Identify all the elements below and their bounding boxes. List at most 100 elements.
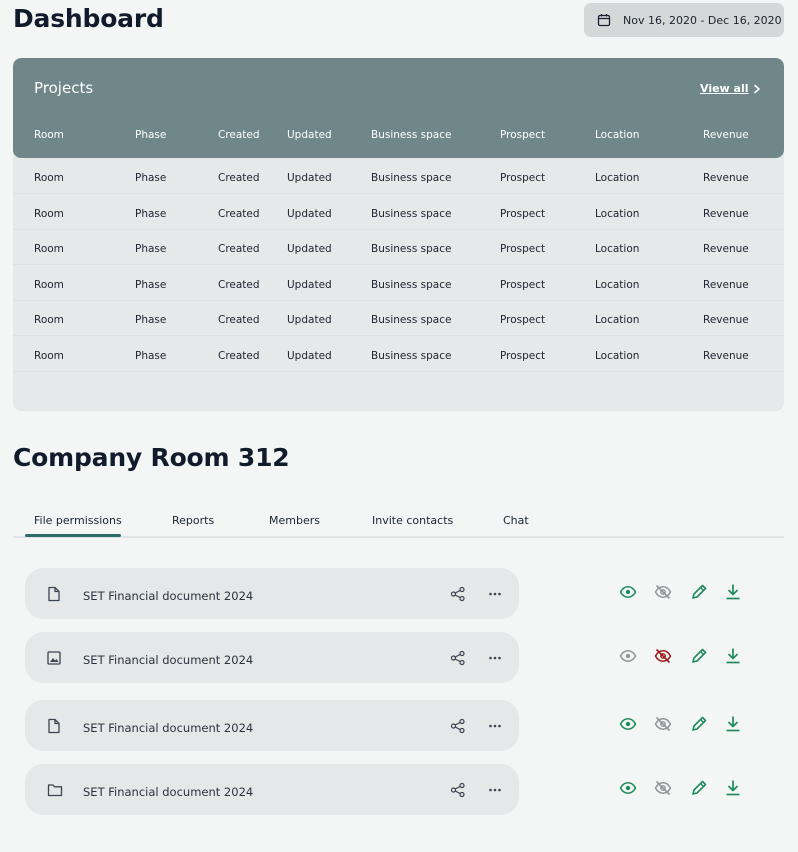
table-row[interactable]: Room Phase Created Updated Business space Pro…	[13, 265, 784, 301]
cell-phase: Phase	[135, 314, 167, 327]
hide-permission-icon[interactable]	[654, 647, 672, 665]
tab-chat[interactable]: Chat	[503, 514, 529, 527]
column-header-prospect[interactable]: Prospect	[500, 129, 545, 141]
cell-location: Location	[595, 278, 640, 291]
file-row[interactable]: SET Financial document 2024	[25, 764, 519, 815]
document-icon	[47, 586, 61, 606]
column-header-revenue[interactable]: Revenue	[703, 129, 749, 141]
file-name: SET Financial document 2024	[83, 721, 254, 735]
share-icon[interactable]	[450, 782, 466, 802]
more-options-icon[interactable]	[488, 586, 502, 606]
download-permission-icon[interactable]	[724, 583, 742, 601]
column-header-room[interactable]: Room	[34, 129, 64, 141]
edit-permission-icon[interactable]	[690, 583, 708, 601]
folder-icon	[47, 782, 63, 801]
chevron-right-icon[interactable]	[753, 84, 761, 94]
view-all-link[interactable]: View all	[700, 82, 749, 95]
file-row[interactable]: SET Financial document 2024	[25, 568, 519, 619]
tab-invite-contacts[interactable]: Invite contacts	[372, 514, 453, 527]
tab-file-permissions[interactable]: File permissions	[34, 514, 122, 527]
cell-business-space: Business space	[371, 314, 452, 327]
cell-phase: Phase	[135, 207, 167, 220]
view-permission-icon[interactable]	[619, 779, 637, 797]
tab-members[interactable]: Members	[269, 514, 320, 527]
image-icon	[47, 650, 61, 669]
column-header-location[interactable]: Location	[595, 129, 639, 141]
hide-permission-icon[interactable]	[654, 583, 672, 601]
cell-updated: Updated	[287, 207, 332, 220]
file-row[interactable]: SET Financial document 2024	[25, 632, 519, 683]
cell-updated: Updated	[287, 278, 332, 291]
cell-prospect: Prospect	[500, 314, 546, 327]
cell-business-space: Business space	[371, 278, 452, 291]
cell-room: Room	[34, 278, 64, 291]
cell-updated: Updated	[287, 243, 332, 256]
more-options-icon[interactable]	[488, 718, 502, 738]
table-row[interactable]: Room Phase Created Updated Business space Pro…	[13, 229, 784, 266]
cell-prospect: Prospect	[500, 350, 546, 362]
active-tab-indicator	[25, 534, 121, 537]
view-permission-icon[interactable]	[619, 583, 637, 601]
hide-permission-icon[interactable]	[654, 715, 672, 733]
room-title: Company Room 312	[13, 443, 290, 472]
cell-phase: Phase	[135, 278, 167, 291]
cell-updated: Updated	[287, 314, 332, 327]
cell-prospect: Prospect	[500, 278, 546, 291]
cell-updated: Updated	[287, 172, 332, 184]
cell-prospect: Prospect	[500, 172, 546, 184]
cell-phase: Phase	[135, 172, 167, 184]
download-permission-icon[interactable]	[724, 779, 742, 797]
cell-revenue: Revenue	[703, 243, 749, 256]
table-row[interactable]: Room Phase Created Updated Business space Pro…	[13, 194, 784, 230]
cell-business-space: Business space	[371, 350, 452, 362]
download-permission-icon[interactable]	[724, 715, 742, 733]
hide-permission-icon[interactable]	[654, 779, 672, 797]
view-permission-icon[interactable]	[619, 647, 637, 665]
more-options-icon[interactable]	[488, 782, 502, 802]
column-header-phase[interactable]: Phase	[135, 129, 166, 141]
cell-location: Location	[595, 207, 640, 220]
cell-created: Created	[218, 278, 260, 291]
cell-prospect: Prospect	[500, 243, 546, 256]
cell-created: Created	[218, 207, 260, 220]
page-title: Dashboard	[13, 4, 164, 33]
calendar-icon	[597, 14, 611, 27]
cell-created: Created	[218, 350, 260, 362]
table-row[interactable]: Room Phase Created Updated Business space Pro…	[13, 336, 784, 372]
download-permission-icon[interactable]	[724, 647, 742, 665]
cell-business-space: Business space	[371, 172, 452, 184]
share-icon[interactable]	[450, 718, 466, 738]
more-options-icon[interactable]	[488, 650, 502, 670]
share-icon[interactable]	[450, 586, 466, 606]
cell-room: Room	[34, 314, 64, 327]
cell-phase: Phase	[135, 350, 167, 362]
column-header-business-space[interactable]: Business space	[371, 129, 451, 141]
file-name: SET Financial document 2024	[83, 785, 254, 799]
cell-location: Location	[595, 243, 640, 256]
cell-business-space: Business space	[371, 207, 452, 220]
cell-created: Created	[218, 172, 260, 184]
file-name: SET Financial document 2024	[83, 589, 254, 603]
cell-revenue: Revenue	[703, 350, 749, 362]
column-header-created[interactable]: Created	[218, 129, 260, 141]
projects-table: Projects View all Room Phase Created Upd…	[13, 58, 784, 411]
tab-reports[interactable]: Reports	[172, 514, 214, 527]
edit-permission-icon[interactable]	[690, 715, 708, 733]
edit-permission-icon[interactable]	[690, 779, 708, 797]
cell-room: Room	[34, 207, 64, 220]
column-header-updated[interactable]: Updated	[287, 129, 332, 141]
view-permission-icon[interactable]	[619, 715, 637, 733]
date-range-picker[interactable]: Nov 16, 2020 - Dec 16, 2020	[584, 3, 784, 37]
document-icon	[47, 718, 61, 738]
file-row[interactable]: SET Financial document 2024	[25, 700, 519, 751]
table-row[interactable]: Room Phase Created Updated Business space Pro…	[13, 158, 784, 194]
projects-title: Projects	[34, 79, 94, 97]
cell-location: Location	[595, 314, 640, 327]
cell-phase: Phase	[135, 243, 167, 256]
table-row[interactable]: Room Phase Created Updated Business space Pro…	[13, 300, 784, 337]
cell-revenue: Revenue	[703, 207, 749, 220]
share-icon[interactable]	[450, 650, 466, 670]
projects-header: Projects View all Room Phase Created Upd…	[13, 58, 784, 158]
edit-permission-icon[interactable]	[690, 647, 708, 665]
cell-business-space: Business space	[371, 243, 452, 256]
